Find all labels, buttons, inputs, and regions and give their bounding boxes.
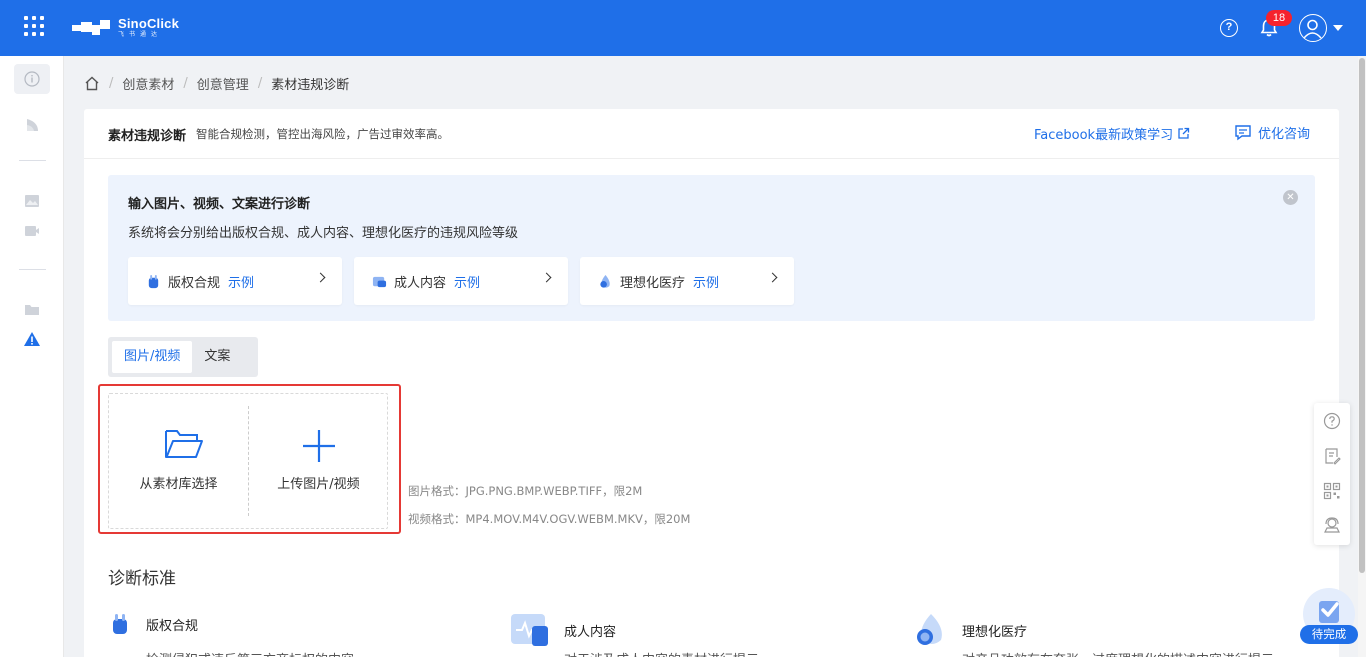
chevron-right-icon [767,272,778,283]
customer-service-icon[interactable] [1323,516,1341,534]
select-from-library-button[interactable]: 从素材库选择 [109,394,248,528]
rail-divider [19,269,46,270]
example-link[interactable]: 示例 [454,272,480,291]
card-header: 素材违规诊断 智能合规检测，管控出海风险，广告过审效率高。 Facebook最新… [84,109,1339,159]
left-rail [0,56,64,657]
chevron-right-icon [541,272,552,283]
example-link[interactable]: 示例 [228,272,254,291]
logo-mark-icon [72,19,112,35]
facebook-policy-label: Facebook最新政策学习 [1034,128,1174,143]
logo-subtitle: 飞书通达 [118,30,163,38]
chat-icon [1235,125,1251,141]
tab-copywriting[interactable]: 文案 [192,341,242,373]
home-icon[interactable] [84,76,100,91]
category-label: 成人内容 [394,275,447,291]
rail-image-button[interactable] [14,186,50,216]
video-icon [25,226,39,236]
page-title: 素材违规诊断 [108,129,187,144]
standard-item-adult: 成人内容 [510,612,616,648]
folder-icon [25,305,39,315]
app-grid-icon[interactable] [24,16,44,36]
info-icon [24,71,40,87]
breadcrumb-item[interactable]: 创意素材 [122,74,174,93]
page-subtitle: 智能合规检测，管控出海风险，广告过审效率高。 [196,127,449,141]
rail-violation-button[interactable] [14,324,50,354]
qr-code-icon[interactable] [1323,482,1341,500]
image-icon [25,195,39,207]
rail-divider [19,160,46,161]
rail-folder-button[interactable] [14,294,50,324]
avatar[interactable] [1299,14,1327,42]
external-link-icon [1178,127,1190,139]
category-label: 版权合规 [168,275,221,291]
close-icon[interactable]: ✕ [1283,190,1298,205]
breadcrumb: / 创意素材 / 创意管理 / 素材违规诊断 [84,73,349,93]
standard-description: 对于涉及成人内容的素材进行提示 [564,649,759,657]
select-from-library-label: 从素材库选择 [139,477,218,492]
breadcrumb-item[interactable]: 创意管理 [197,74,249,93]
image-format-hint: 图片格式：JPG.PNG.BMP.WEBP.TIFF，限2M [408,484,643,498]
folder-open-icon [165,430,203,458]
scrollbar-thumb[interactable] [1359,58,1365,573]
plus-icon [303,430,335,462]
content-type-tabs: 图片/视频 文案 [108,337,258,377]
rail-video-button[interactable] [14,216,50,246]
category-card-copyright[interactable]: 版权合规 示例 [128,257,342,305]
leaf-icon [27,119,38,131]
copyright-icon [113,614,127,634]
main-card: 素材违规诊断 智能合规检测，管控出海风险，广告过审效率高。 Facebook最新… [84,109,1339,657]
standard-label: 版权合规 [146,618,199,634]
medical-icon [600,274,610,288]
tab-image-video[interactable]: 图片/视频 [112,341,193,373]
adult-content-icon [511,614,548,646]
notification-badge: 18 [1266,10,1292,26]
category-card-adult[interactable]: 成人内容 示例 [354,257,568,305]
rail-creative-button[interactable] [14,110,50,140]
feedback-icon[interactable] [1323,447,1341,465]
copyright-icon [148,274,159,288]
example-link[interactable]: 示例 [693,272,719,291]
intro-banner: 输入图片、视频、文案进行诊断 系统将会分别给出版权合规、成人内容、理想化医疗的违… [108,175,1315,321]
floating-toolbar [1314,403,1350,545]
logo[interactable]: SinoClick 飞书通达 [72,14,179,40]
help-icon[interactable] [1323,412,1341,430]
standard-description: 检测侵犯或违反第三方商标权的内容 [146,649,354,657]
category-label: 理想化医疗 [620,275,686,291]
pending-label[interactable]: 待完成 [1300,625,1358,644]
warning-icon [24,332,40,346]
standard-description: 对产品功效存在夸张、过度理想化的描述内容进行提示 [962,649,1274,657]
consult-label: 优化咨询 [1258,127,1311,142]
top-bar: SinoClick 飞书通达 ? 18 [0,0,1366,56]
standard-label: 成人内容 [564,624,617,640]
standards-title: 诊断标准 [108,569,176,589]
chevron-down-icon[interactable] [1333,25,1343,31]
upload-area: 从素材库选择 上传图片/视频 [108,393,388,529]
help-icon[interactable]: ? [1220,19,1238,37]
standard-label: 理想化医疗 [962,624,1028,640]
consult-button[interactable]: 优化咨询 [1234,123,1310,142]
breadcrumb-current: 素材违规诊断 [271,77,350,93]
logo-name: SinoClick [118,15,180,31]
adult-content-icon [372,276,387,287]
rail-info-button[interactable] [14,64,50,94]
standard-item-medical: 理想化医疗 [912,612,1027,648]
category-card-medical[interactable]: 理想化医疗 示例 [580,257,794,305]
upload-media-button[interactable]: 上传图片/视频 [249,394,388,528]
banner-title: 输入图片、视频、文案进行诊断 [128,197,311,212]
chevron-right-icon [315,272,326,283]
banner-description: 系统将会分别给出版权合规、成人内容、理想化医疗的违规风险等级 [128,226,519,241]
standard-item-copyright: 版权合规 [108,612,198,636]
upload-media-label: 上传图片/视频 [277,477,360,492]
facebook-policy-link[interactable]: Facebook最新政策学习 [1034,124,1190,143]
medical-icon [917,614,942,645]
video-format-hint: 视频格式：MP4.MOV.M4V.OGV.WEBM.MKV，限20M [408,512,691,526]
